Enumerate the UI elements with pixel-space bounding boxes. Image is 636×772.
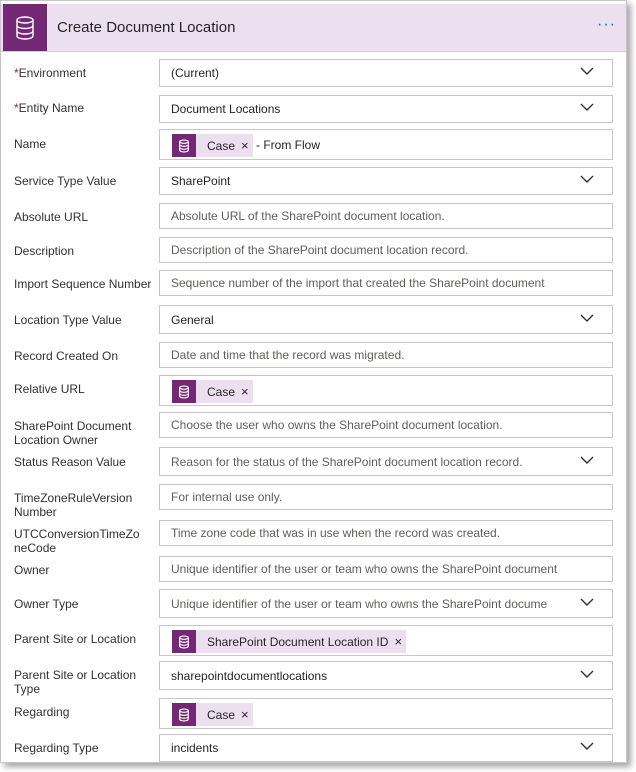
parent-site-or-location-label: Parent Site or Location [14, 632, 137, 646]
parent-site-or-location-type-value: sharepointdocumentlocations [171, 668, 328, 683]
record-created-on-label: Record Created On [14, 349, 119, 363]
sharepoint-document-location-owner-label: SharePoint Document Location Owner [14, 419, 132, 447]
owner-type-label: Owner Type [14, 597, 79, 611]
absolute-url-label: Absolute URL [14, 210, 89, 224]
import-sequence-number-label: Import Sequence Number [14, 277, 152, 291]
location-type-value-label: Location Type Value [14, 313, 122, 327]
entity-name-value: Document Locations [171, 102, 281, 116]
chevron-down-icon[interactable] [580, 670, 594, 679]
more-options-icon[interactable]: ··· [597, 16, 616, 34]
regarding-type-dropdown[interactable]: incidents [159, 734, 613, 762]
description-input[interactable]: Description of the SharePoint document l… [159, 237, 613, 263]
entity-name-dropdown[interactable]: Document Locations [159, 95, 613, 123]
token-label: Case [207, 138, 236, 153]
timezone-rule-version-number-placeholder: For internal use only. [171, 490, 283, 504]
owner-type-dropdown[interactable]: Unique identifier of the user or team wh… [159, 589, 613, 618]
token-label: Case [207, 384, 236, 399]
parent-site-or-location-type-dropdown[interactable]: sharepointdocumentlocations [159, 661, 613, 690]
location-type-value-dropdown[interactable]: General [159, 305, 613, 334]
action-card: Create Document Location ··· *Environmen… [0, 0, 627, 763]
utc-conversion-timezone-code-input[interactable]: Time zone code that was in use when the … [159, 520, 613, 546]
database-icon [172, 703, 196, 726]
regarding-label: Regarding [14, 705, 70, 719]
service-type-value-label: Service Type Value [14, 174, 117, 188]
remove-token-icon[interactable]: × [239, 134, 253, 157]
name-field[interactable]: Case × - From Flow [159, 129, 613, 160]
status-reason-value-label: Status Reason Value [14, 455, 126, 469]
utc-conversion-timezone-code-label: UTCConversionTimeZoneCode [14, 527, 140, 555]
chevron-down-icon[interactable] [580, 742, 594, 751]
remove-token-icon[interactable]: × [239, 380, 253, 403]
chevron-down-icon[interactable] [580, 456, 594, 465]
dynamic-content-token[interactable]: Case × [172, 134, 253, 157]
utc-conversion-timezone-code-placeholder: Time zone code that was in use when the … [171, 526, 501, 540]
sharepoint-document-location-owner-placeholder: Choose the user who owns the SharePoint … [171, 418, 503, 432]
environment-value: (Current) [171, 66, 220, 80]
token-label: SharePoint Document Location ID [207, 634, 389, 649]
location-type-value-value: General [171, 312, 214, 327]
record-created-on-input[interactable]: Date and time that the record was migrat… [159, 342, 613, 368]
name-label: Name [14, 137, 47, 151]
action-header[interactable]: Create Document Location ··· [1, 4, 626, 52]
action-title: Create Document Location [57, 19, 236, 36]
chevron-down-icon[interactable] [580, 598, 594, 607]
token-label: Case [207, 707, 236, 722]
service-type-value-value: SharePoint [171, 174, 231, 188]
remove-token-icon[interactable]: × [239, 703, 253, 726]
description-label: Description [14, 244, 75, 258]
absolute-url-placeholder: Absolute URL of the SharePoint document … [171, 209, 445, 223]
dynamic-content-token[interactable]: Case × [172, 703, 253, 726]
parent-site-or-location-type-label: Parent Site or Location Type [14, 668, 137, 696]
database-icon [172, 134, 196, 157]
chevron-down-icon[interactable] [580, 175, 594, 184]
timezone-rule-version-number-label: TimeZoneRuleVersion Number [14, 491, 133, 519]
owner-type-placeholder: Unique identifier of the user or team wh… [171, 596, 548, 611]
chevron-down-icon[interactable] [580, 314, 594, 323]
relative-url-label: Relative URL [14, 382, 85, 396]
regarding-type-value: incidents [171, 741, 219, 755]
environment-label: *Environment [14, 66, 87, 80]
description-placeholder: Description of the SharePoint document l… [171, 243, 469, 257]
timezone-rule-version-number-input[interactable]: For internal use only. [159, 484, 613, 510]
regarding-field[interactable]: Case × [159, 698, 613, 729]
sharepoint-document-location-owner-input[interactable]: Choose the user who owns the SharePoint … [159, 412, 613, 438]
name-suffix-text: - From Flow [256, 137, 320, 152]
import-sequence-number-input[interactable]: Sequence number of the import that creat… [159, 270, 613, 296]
chevron-down-icon[interactable] [580, 67, 594, 76]
relative-url-field[interactable]: Case × [159, 375, 613, 406]
regarding-type-label: Regarding Type [14, 741, 99, 755]
dynamic-content-token[interactable]: Case × [172, 380, 253, 403]
record-created-on-placeholder: Date and time that the record was migrat… [171, 348, 405, 362]
status-reason-value-dropdown[interactable]: Reason for the status of the SharePoint … [159, 447, 613, 476]
remove-token-icon[interactable]: × [392, 630, 406, 653]
import-sequence-number-placeholder: Sequence number of the import that creat… [171, 276, 545, 290]
entity-name-label: *Entity Name [14, 101, 85, 115]
owner-placeholder: Unique identifier of the user or team wh… [171, 562, 558, 576]
parent-site-or-location-field[interactable]: SharePoint Document Location ID × [159, 625, 613, 656]
environment-dropdown[interactable]: (Current) [159, 59, 613, 87]
database-icon [172, 630, 196, 653]
database-icon [3, 4, 47, 51]
owner-label: Owner [14, 563, 50, 577]
database-icon [172, 380, 196, 403]
absolute-url-input[interactable]: Absolute URL of the SharePoint document … [159, 203, 613, 229]
dynamic-content-token[interactable]: SharePoint Document Location ID × [172, 630, 407, 653]
service-type-value-dropdown[interactable]: SharePoint [159, 167, 613, 195]
chevron-down-icon[interactable] [580, 103, 594, 112]
status-reason-value-placeholder: Reason for the status of the SharePoint … [171, 454, 523, 469]
owner-input[interactable]: Unique identifier of the user or team wh… [159, 556, 613, 582]
